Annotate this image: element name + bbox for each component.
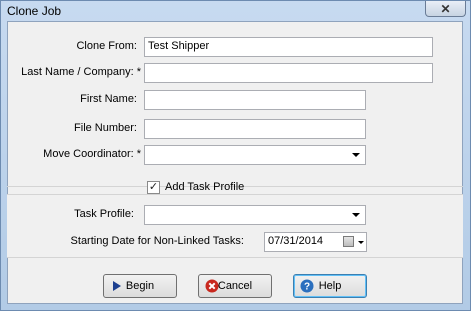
add-task-profile-checkbox[interactable]: ✓ [147, 181, 160, 194]
starting-date-label: Starting Date for Non-Linked Tasks: [70, 235, 244, 247]
close-icon: ✕ [440, 1, 451, 16]
chevron-down-icon [352, 153, 360, 157]
file-number-label: File Number: [74, 122, 137, 134]
begin-button[interactable]: Begin [103, 274, 177, 298]
last-name-company-field[interactable] [144, 63, 433, 83]
starting-date-value: 07/31/2014 [268, 235, 324, 247]
begin-button-label: Begin [125, 280, 155, 292]
first-name-field[interactable] [144, 90, 366, 110]
first-name-label: First Name: [80, 93, 137, 105]
last-name-company-label: Last Name / Company: * [21, 66, 141, 78]
cancel-button-label: Cancel [217, 280, 253, 292]
file-number-field[interactable] [144, 119, 366, 139]
clone-from-field[interactable]: Test Shipper [144, 37, 433, 57]
help-button[interactable]: ? Help [293, 274, 367, 298]
task-profile-label: Task Profile: [74, 208, 134, 220]
starting-date-picker[interactable]: 07/31/2014 [264, 232, 367, 252]
clone-from-label: Clone From: [76, 40, 137, 52]
chevron-down-icon [352, 213, 360, 217]
help-button-label: Help [318, 280, 342, 292]
title-bar[interactable]: Clone Job ✕ [1, 1, 470, 21]
task-profile-group [7, 194, 463, 258]
close-button[interactable]: ✕ [425, 1, 466, 17]
move-coordinator-select[interactable] [144, 145, 366, 165]
calendar-icon[interactable] [343, 236, 354, 247]
move-coordinator-label: Move Coordinator: * [43, 148, 141, 160]
chevron-down-icon[interactable] [358, 241, 364, 244]
task-profile-select[interactable] [144, 205, 366, 225]
add-task-profile-label[interactable]: Add Task Profile [165, 181, 244, 193]
cancel-button[interactable]: Cancel [198, 274, 272, 298]
window-title: Clone Job [7, 4, 62, 18]
